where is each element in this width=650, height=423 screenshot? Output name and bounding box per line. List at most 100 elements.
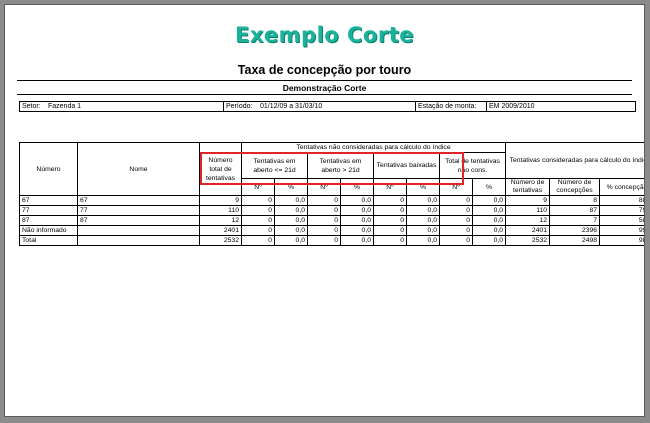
company-logo: Exemplo Corte: [235, 23, 414, 47]
cell-numero: 77: [19, 205, 78, 216]
cell-value: 0,0: [340, 215, 374, 226]
divider: [486, 102, 487, 111]
cell-value: 0,0: [471, 195, 507, 206]
cell-value: 0,0: [406, 215, 440, 226]
cell-numero: Não informado: [19, 225, 78, 236]
cell-value: 0,0: [340, 195, 374, 206]
group-header-consideradas: Tentativas consideradas para cálculo do …: [505, 142, 644, 179]
cell-value: 2401: [505, 225, 551, 236]
report-subtitle: Demonstração Corte: [282, 83, 367, 93]
cell-total: 12: [199, 215, 242, 226]
cell-value: 0,0: [274, 235, 308, 246]
col-header-pct-concepcao: % concepção: [599, 178, 644, 196]
report-title: Taxa de concepção por touro: [237, 63, 412, 77]
cell-value: 0,0: [471, 205, 507, 216]
cell-value: 7: [549, 215, 601, 226]
cell-value: 2396: [549, 225, 601, 236]
cell-nome: 67: [77, 195, 200, 206]
cell-value: 0: [241, 225, 275, 236]
table-row: 87 87 12 0 0,0 0 0,0 0 0,0 0 0,0 12 7 58…: [19, 215, 644, 226]
divider: [17, 94, 632, 95]
report-filters: Setor: Fazenda 1 Período: 01/12/09 a 31/…: [19, 101, 636, 112]
table-row-total: Total 2532 0 0,0 0 0,0 0 0,0 0 0,0 2532 …: [19, 235, 644, 246]
col-header-pct: %: [471, 178, 507, 196]
cell-value: 0,0: [406, 235, 440, 246]
divider: [223, 102, 224, 111]
cell-value: 2532: [505, 235, 551, 246]
cell-total: 2532: [199, 235, 242, 246]
estacao-value: EM 2009/2010: [489, 103, 535, 110]
cell-value: 87: [549, 205, 601, 216]
cell-nome: [77, 225, 200, 236]
cell-value: 0: [241, 215, 275, 226]
cell-numero: 67: [19, 195, 78, 206]
cell-value: 0,0: [406, 225, 440, 236]
cell-value: 0: [307, 215, 341, 226]
cell-value: 0: [439, 195, 473, 206]
col-header-num-concepcoes: Número de concepções: [549, 178, 601, 196]
cell-numero: Total: [19, 235, 78, 246]
periodo-label: Período:: [226, 103, 253, 110]
cell-value: 110: [505, 205, 551, 216]
cell-nome: 87: [77, 215, 200, 226]
divider: [415, 102, 416, 111]
report-page: Exemplo Corte Taxa de concepção por tour…: [4, 4, 645, 417]
cell-value: 0: [373, 215, 407, 226]
cell-value: 0: [373, 195, 407, 206]
cell-value: 9: [505, 195, 551, 206]
cell-value: 0,0: [471, 225, 507, 236]
col-header-nome: Nome: [77, 142, 200, 196]
col-header-num-tentativas: Número de tentativas: [505, 178, 551, 196]
cell-value: 0,0: [274, 195, 308, 206]
cell-value: 0: [307, 205, 341, 216]
cell-value: 0,0: [274, 205, 308, 216]
setor-label: Setor:: [22, 103, 41, 110]
cell-value: 0: [241, 235, 275, 246]
cell-value: 0: [373, 225, 407, 236]
cell-total: 110: [199, 205, 242, 216]
viewer-background: Exemplo Corte Taxa de concepção por tour…: [0, 0, 650, 423]
cell-value: 0,0: [340, 225, 374, 236]
cell-value: 0,0: [340, 235, 374, 246]
cell-nome: [77, 235, 200, 246]
cell-value: 79,1: [599, 205, 644, 216]
col-header-numero: Número: [19, 142, 78, 196]
table-row: 67 67 9 0 0,0 0 0,0 0 0,0 0 0,0 9 8 88,9: [19, 195, 644, 206]
cell-value: 12: [505, 215, 551, 226]
cell-value: 8: [549, 195, 601, 206]
cell-value: 98,7: [599, 235, 644, 246]
cell-value: 0: [307, 235, 341, 246]
cell-value: 0,0: [340, 205, 374, 216]
cell-value: 0: [307, 225, 341, 236]
cell-value: 88,9: [599, 195, 644, 206]
cell-value: 0: [307, 195, 341, 206]
table-row: Não informado 2401 0 0,0 0 0,0 0 0,0 0 0…: [19, 225, 644, 236]
cell-value: 0: [439, 215, 473, 226]
cell-value: 0,0: [406, 205, 440, 216]
setor-value: Fazenda 1: [48, 103, 82, 110]
periodo-value: 01/12/09 a 31/03/10: [260, 103, 323, 110]
cell-value: 0: [241, 205, 275, 216]
group-header-nao-consideradas: Tentativas não consideradas para cálculo…: [240, 142, 507, 153]
cell-value: 0,0: [274, 225, 308, 236]
cell-value: 0,0: [274, 215, 308, 226]
table-row: 77 77 110 0 0,0 0 0,0 0 0,0 0 0,0 110 87…: [19, 205, 644, 216]
estacao-label: Estação de monta:: [418, 103, 477, 110]
cell-value: 2498: [549, 235, 601, 246]
cell-value: 58,3: [599, 215, 644, 226]
cell-value: 0: [373, 205, 407, 216]
cell-total: 2401: [199, 225, 242, 236]
cell-value: 0: [439, 205, 473, 216]
divider: [17, 80, 632, 81]
cell-value: 0,0: [471, 235, 507, 246]
cell-value: 99,8: [599, 225, 644, 236]
cell-total: 9: [199, 195, 242, 206]
cell-value: 0: [439, 235, 473, 246]
highlight-box: [200, 152, 464, 185]
cell-value: 0,0: [406, 195, 440, 206]
cell-value: 0,0: [471, 215, 507, 226]
cell-numero: 87: [19, 215, 78, 226]
cell-value: 0: [241, 195, 275, 206]
cell-value: 0: [439, 225, 473, 236]
cell-value: 0: [373, 235, 407, 246]
